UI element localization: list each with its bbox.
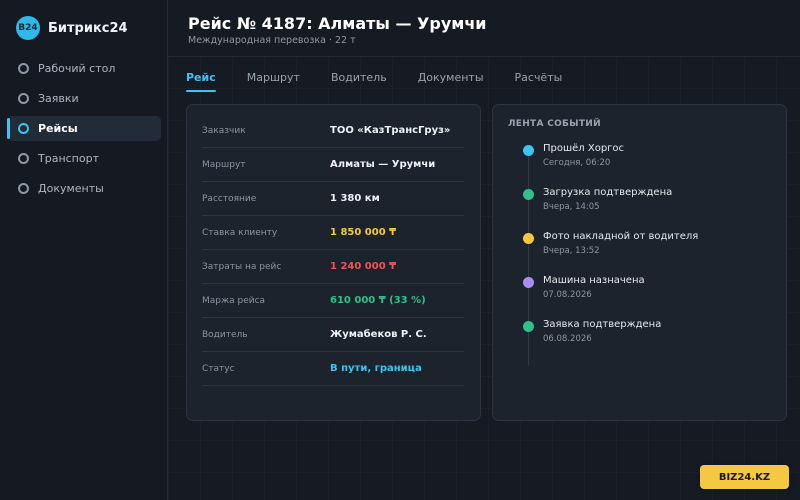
circle-icon <box>18 63 29 74</box>
biz24-badge[interactable]: BIZ24.KZ <box>700 465 789 489</box>
circle-icon <box>18 93 29 104</box>
event-title: Загрузка подтверждена <box>543 187 673 198</box>
sidebar-item[interactable]: Транспорт <box>8 146 161 171</box>
detail-row: Маржа рейса 610 000 ₸ (33 %) <box>202 284 464 318</box>
sidebar-item-label: Транспорт <box>38 152 99 165</box>
page-header: Рейс № 4187: Алматы — Урумчи Международн… <box>168 0 800 57</box>
event-title: Фото накладной от водителя <box>543 231 699 242</box>
detail-value: 1 240 000 ₸ <box>330 261 397 272</box>
tab[interactable]: Маршрут <box>247 71 300 92</box>
event-title: Машина назначена <box>543 275 645 286</box>
detail-value: В пути, граница <box>330 363 422 374</box>
circle-icon <box>18 153 29 164</box>
detail-label: Заказчик <box>202 125 246 136</box>
detail-row: Ставка клиенту 1 850 000 ₸ <box>202 216 464 250</box>
page-subtitle: Международная перевозка · 22 т <box>188 35 356 46</box>
status-dot-icon <box>523 189 534 200</box>
sidebar-nav: Рабочий стол Заявки Рейсы Транспорт Документ… <box>7 56 161 206</box>
brand-logo-icon: B24 <box>16 16 40 40</box>
sidebar-item-label: Заявки <box>38 92 79 105</box>
detail-label: Ставка клиенту <box>202 227 278 238</box>
detail-value: 610 000 ₸ (33 %) <box>330 295 426 306</box>
brand-name: Битрикс24 <box>48 20 128 36</box>
tab[interactable]: Водитель <box>331 71 387 92</box>
detail-label: Затраты на рейс <box>202 261 282 272</box>
event-time: Вчера, 13:52 <box>543 246 600 256</box>
event-time: 06.08.2026 <box>543 334 592 344</box>
event-time: Сегодня, 06:20 <box>543 158 611 168</box>
event-text: Прошёл Хоргос Сегодня, 06:20 <box>543 143 624 168</box>
sidebar-item-label: Документы <box>38 182 104 195</box>
detail-value: Алматы — Урумчи <box>330 159 436 170</box>
status-dot-icon <box>523 145 534 156</box>
tab[interactable]: Расчёты <box>515 71 563 92</box>
detail-row: Затраты на рейс 1 240 000 ₸ <box>202 250 464 284</box>
tab[interactable]: Рейс <box>186 71 216 92</box>
detail-label: Маржа рейса <box>202 295 266 306</box>
event-text: Машина назначена 07.08.2026 <box>543 275 645 300</box>
timeline-line <box>528 155 529 365</box>
sidebar: B24 Битрикс24 Рабочий стол Заявки Рейсы Тра… <box>0 0 168 500</box>
sidebar-item-label: Рабочий стол <box>38 62 116 75</box>
circle-icon <box>18 183 29 194</box>
event-title: Прошёл Хоргос <box>543 143 625 154</box>
sidebar-item-label: Рейсы <box>38 122 78 135</box>
detail-row: Расстояние 1 380 км <box>202 182 464 216</box>
sidebar-item[interactable]: Документы <box>8 176 161 201</box>
detail-value: Жумабеков Р. С. <box>330 329 427 340</box>
status-dot-icon <box>523 277 534 288</box>
event-text: Заявка подтверждена 06.08.2026 <box>543 319 661 344</box>
detail-label: Расстояние <box>202 193 257 204</box>
trip-details-card: Заказчик ТОО «КазТрансГруз» Маршрут Алматы … <box>186 104 481 421</box>
event-text: Загрузка подтверждена Вчера, 14:05 <box>543 187 672 212</box>
event-feed-title: ЛЕНТА СОБЫТИЙ <box>508 119 601 129</box>
sidebar-item[interactable]: Рабочий стол <box>8 56 161 81</box>
tab[interactable]: Документы <box>418 71 484 92</box>
event-text: Фото накладной от водителя Вчера, 13:52 <box>543 231 698 256</box>
event-feed-card: ЛЕНТА СОБЫТИЙ Прошёл Хоргос Сегодня, 06:2… <box>492 104 787 421</box>
detail-row: Заказчик ТОО «КазТрансГруз» <box>202 114 464 148</box>
sidebar-item[interactable]: Заявки <box>8 86 161 111</box>
detail-value: ТОО «КазТрансГруз» <box>330 125 451 136</box>
circle-icon <box>18 123 29 134</box>
detail-label: Водитель <box>202 329 248 340</box>
detail-row: Статус В пути, граница <box>202 352 464 386</box>
detail-row: Водитель Жумабеков Р. С. <box>202 318 464 352</box>
brand[interactable]: B24 Битрикс24 <box>16 16 128 40</box>
detail-value: 1 850 000 ₸ <box>330 227 397 238</box>
status-dot-icon <box>523 233 534 244</box>
detail-value: 1 380 км <box>330 193 380 204</box>
detail-label: Статус <box>202 363 235 374</box>
event-time: 07.08.2026 <box>543 290 592 300</box>
event-title: Заявка подтверждена <box>543 319 662 330</box>
event-time: Вчера, 14:05 <box>543 202 600 212</box>
detail-row: Маршрут Алматы — Урумчи <box>202 148 464 182</box>
detail-label: Маршрут <box>202 159 246 170</box>
tab-bar: Рейс Маршрут Водитель Документы Расчёты <box>186 71 593 92</box>
sidebar-item[interactable]: Рейсы <box>7 116 161 141</box>
page-title: Рейс № 4187: Алматы — Урумчи <box>188 14 487 33</box>
status-dot-icon <box>523 321 534 332</box>
